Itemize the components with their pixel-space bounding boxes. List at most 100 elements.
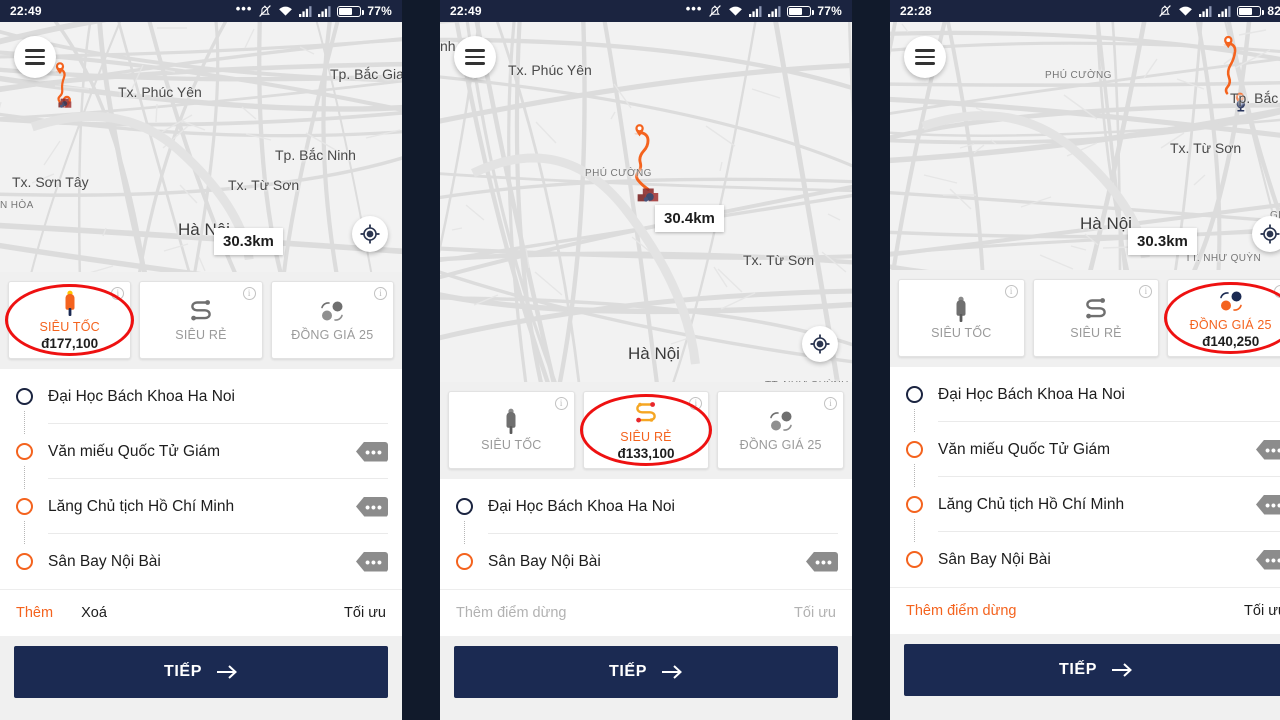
list-item[interactable]: Sân Bay Nội Bài •••: [890, 532, 1280, 587]
route-zigzag-icon: [636, 401, 656, 422]
hamburger-menu-button[interactable]: [904, 36, 946, 78]
scooter-icon: [956, 296, 966, 322]
list-item[interactable]: Đại Học Bách Khoa Ha Noi: [440, 479, 852, 544]
more-options-button[interactable]: •••: [1256, 549, 1280, 570]
info-icon[interactable]: i: [373, 287, 387, 300]
ellipsis-icon: •••: [1265, 441, 1280, 458]
info-icon[interactable]: i: [554, 397, 568, 410]
list-item[interactable]: Lăng Chủ tịch Hồ Chí Minh •••: [890, 477, 1280, 542]
crosshair-icon: [810, 334, 830, 354]
service-card-sieu-toc[interactable]: i SIÊU TỐC: [898, 279, 1025, 357]
arrow-right-icon: [661, 665, 682, 679]
my-location-button[interactable]: [802, 326, 838, 362]
service-card-sieu-toc[interactable]: i SIÊU TỐC: [448, 391, 575, 469]
menu-bar-2: [25, 55, 45, 59]
battery-fill: [789, 7, 803, 15]
hamburger-menu-button[interactable]: [14, 36, 56, 78]
route-zigzag-icon: [191, 300, 211, 321]
service-label: SIÊU TỐC: [481, 438, 542, 452]
service-icon-wrap: [766, 408, 796, 436]
service-card-dong-gia-25[interactable]: i ĐỒNG GIÁ 25: [717, 391, 845, 469]
service-price: đ140,250: [1202, 333, 1260, 349]
service-label: SIÊU RẺ: [620, 429, 672, 444]
next-button-label: TIẾP: [1059, 661, 1097, 678]
next-button[interactable]: TIẾP: [454, 646, 838, 698]
service-options: i SIÊU TỐC đ177,100 i SIÊU RẺ i ĐỒNG GIÁ 25: [0, 272, 402, 369]
action-add-stop[interactable]: Thêm: [16, 605, 53, 621]
more-options-button[interactable]: •••: [1256, 494, 1280, 515]
list-item[interactable]: Lăng Chủ tịch Hồ Chí Minh •••: [0, 479, 402, 544]
more-dots-icon: •••: [235, 1, 253, 16]
stop-marker-dot: [906, 441, 923, 458]
info-icon[interactable]: i: [1004, 285, 1018, 298]
service-card-dong-gia-25[interactable]: i ĐỒNG GIÁ 25đ140,250: [1164, 279, 1280, 357]
action-clear[interactable]: Xoá: [81, 605, 107, 621]
service-card-sieu-toc[interactable]: i SIÊU TỐC đ177,100: [5, 281, 135, 359]
next-button[interactable]: TIẾP: [14, 646, 388, 698]
action-add-stop[interactable]: Thêm điểm dừng: [456, 605, 566, 621]
stops-list: Đại Học Bách Khoa Ha Noi Văn miếu Quốc Tử…: [890, 367, 1280, 587]
map-view[interactable]: nh Tx. Phúc Yên PHÚ CƯỜNG Tx. Từ Sơn Hà Nội T…: [440, 22, 852, 382]
service-icon-wrap: [948, 296, 974, 324]
distance-badge: 30.3km: [1128, 228, 1197, 255]
battery-fill: [1239, 7, 1253, 15]
info-icon[interactable]: i: [1274, 285, 1280, 298]
list-item[interactable]: Văn miếu Quốc Tử Giám •••: [890, 422, 1280, 487]
list-item[interactable]: Đại Học Bách Khoa Ha Noi: [890, 367, 1280, 432]
next-button[interactable]: TIẾP: [904, 644, 1280, 696]
list-item[interactable]: Đại Học Bách Khoa Ha Noi: [0, 369, 402, 434]
menu-bar-3: [915, 62, 935, 65]
map-label-3: Hà Nội: [1080, 214, 1132, 233]
stop-label: Lăng Chủ tịch Hồ Chí Minh: [48, 497, 235, 515]
info-icon[interactable]: i: [824, 397, 838, 410]
menu-bar-3: [465, 62, 485, 65]
more-options-button[interactable]: •••: [1256, 439, 1280, 460]
info-icon[interactable]: i: [242, 287, 256, 300]
scooter-icon: [65, 290, 75, 316]
more-options-button[interactable]: •••: [356, 496, 388, 517]
action-bar-left: Thêm điểm dừng: [456, 605, 566, 621]
status-icons: ••• 77%: [686, 2, 842, 18]
action-bar-left: Thêm Xoá: [16, 605, 107, 621]
action-optimize[interactable]: Tối ưu: [1244, 603, 1280, 619]
menu-bar-1: [25, 49, 45, 52]
more-options-button[interactable]: •••: [356, 441, 388, 462]
wifi-icon: [729, 6, 743, 16]
action-optimize[interactable]: Tối ưu: [794, 605, 836, 621]
panel-gap: [852, 0, 890, 720]
stop-label: Đại Học Bách Khoa Ha Noi: [938, 385, 1125, 403]
list-item[interactable]: Văn miếu Quốc Tử Giám •••: [0, 424, 402, 489]
info-icon[interactable]: i: [111, 287, 125, 300]
info-icon[interactable]: i: [689, 397, 703, 410]
list-item[interactable]: Sân Bay Nội Bài •••: [440, 534, 852, 589]
map-label-0: Tx. Phúc Yên: [118, 84, 202, 100]
my-location-button[interactable]: [352, 216, 388, 252]
service-label: SIÊU RẺ: [175, 328, 227, 342]
more-options-button[interactable]: •••: [806, 551, 838, 572]
service-card-sieu-re[interactable]: i SIÊU RẺ: [139, 281, 263, 359]
crosshair-icon: [1260, 224, 1280, 244]
action-bar: Thêm điểm dừng Tối ưu: [440, 589, 852, 636]
service-card-dong-gia-25[interactable]: i ĐỒNG GIÁ 25: [270, 281, 394, 359]
action-optimize[interactable]: Tối ưu: [344, 605, 386, 621]
map-label-5: N HÒA: [0, 200, 34, 211]
crosshair-icon: [360, 224, 380, 244]
map-view[interactable]: PHÚ CƯỜNGTp. BắcTx. Từ SơnHà NộiGIA ĐÔTT…: [890, 22, 1280, 270]
my-location-button[interactable]: [1252, 216, 1280, 252]
map-view[interactable]: Tx. Phúc Yên Tp. Bắc Gia Tp. Bắc Ninh Tx. S…: [0, 22, 402, 272]
service-card-sieu-re[interactable]: i SIÊU RẺ: [1032, 279, 1160, 357]
list-item[interactable]: Sân Bay Nội Bài •••: [0, 534, 402, 589]
action-add-stop[interactable]: Thêm điểm dừng: [906, 603, 1016, 619]
hamburger-menu-button[interactable]: [454, 36, 496, 78]
service-card-sieu-re[interactable]: i SIÊU RẺ đ133,100: [579, 391, 713, 469]
map-label-0: PHÚ CƯỜNG: [1045, 70, 1112, 81]
menu-bar-1: [915, 49, 935, 52]
status-time: 22:49: [450, 4, 482, 18]
menu-bar-3: [25, 62, 45, 65]
info-icon[interactable]: i: [1139, 285, 1153, 298]
stop-marker-dot: [906, 551, 923, 568]
more-options-button[interactable]: •••: [356, 551, 388, 572]
next-button-area: TIẾP: [440, 636, 852, 720]
service-icon-wrap: [57, 290, 83, 318]
map-label-4: Hà Nội: [628, 344, 680, 363]
